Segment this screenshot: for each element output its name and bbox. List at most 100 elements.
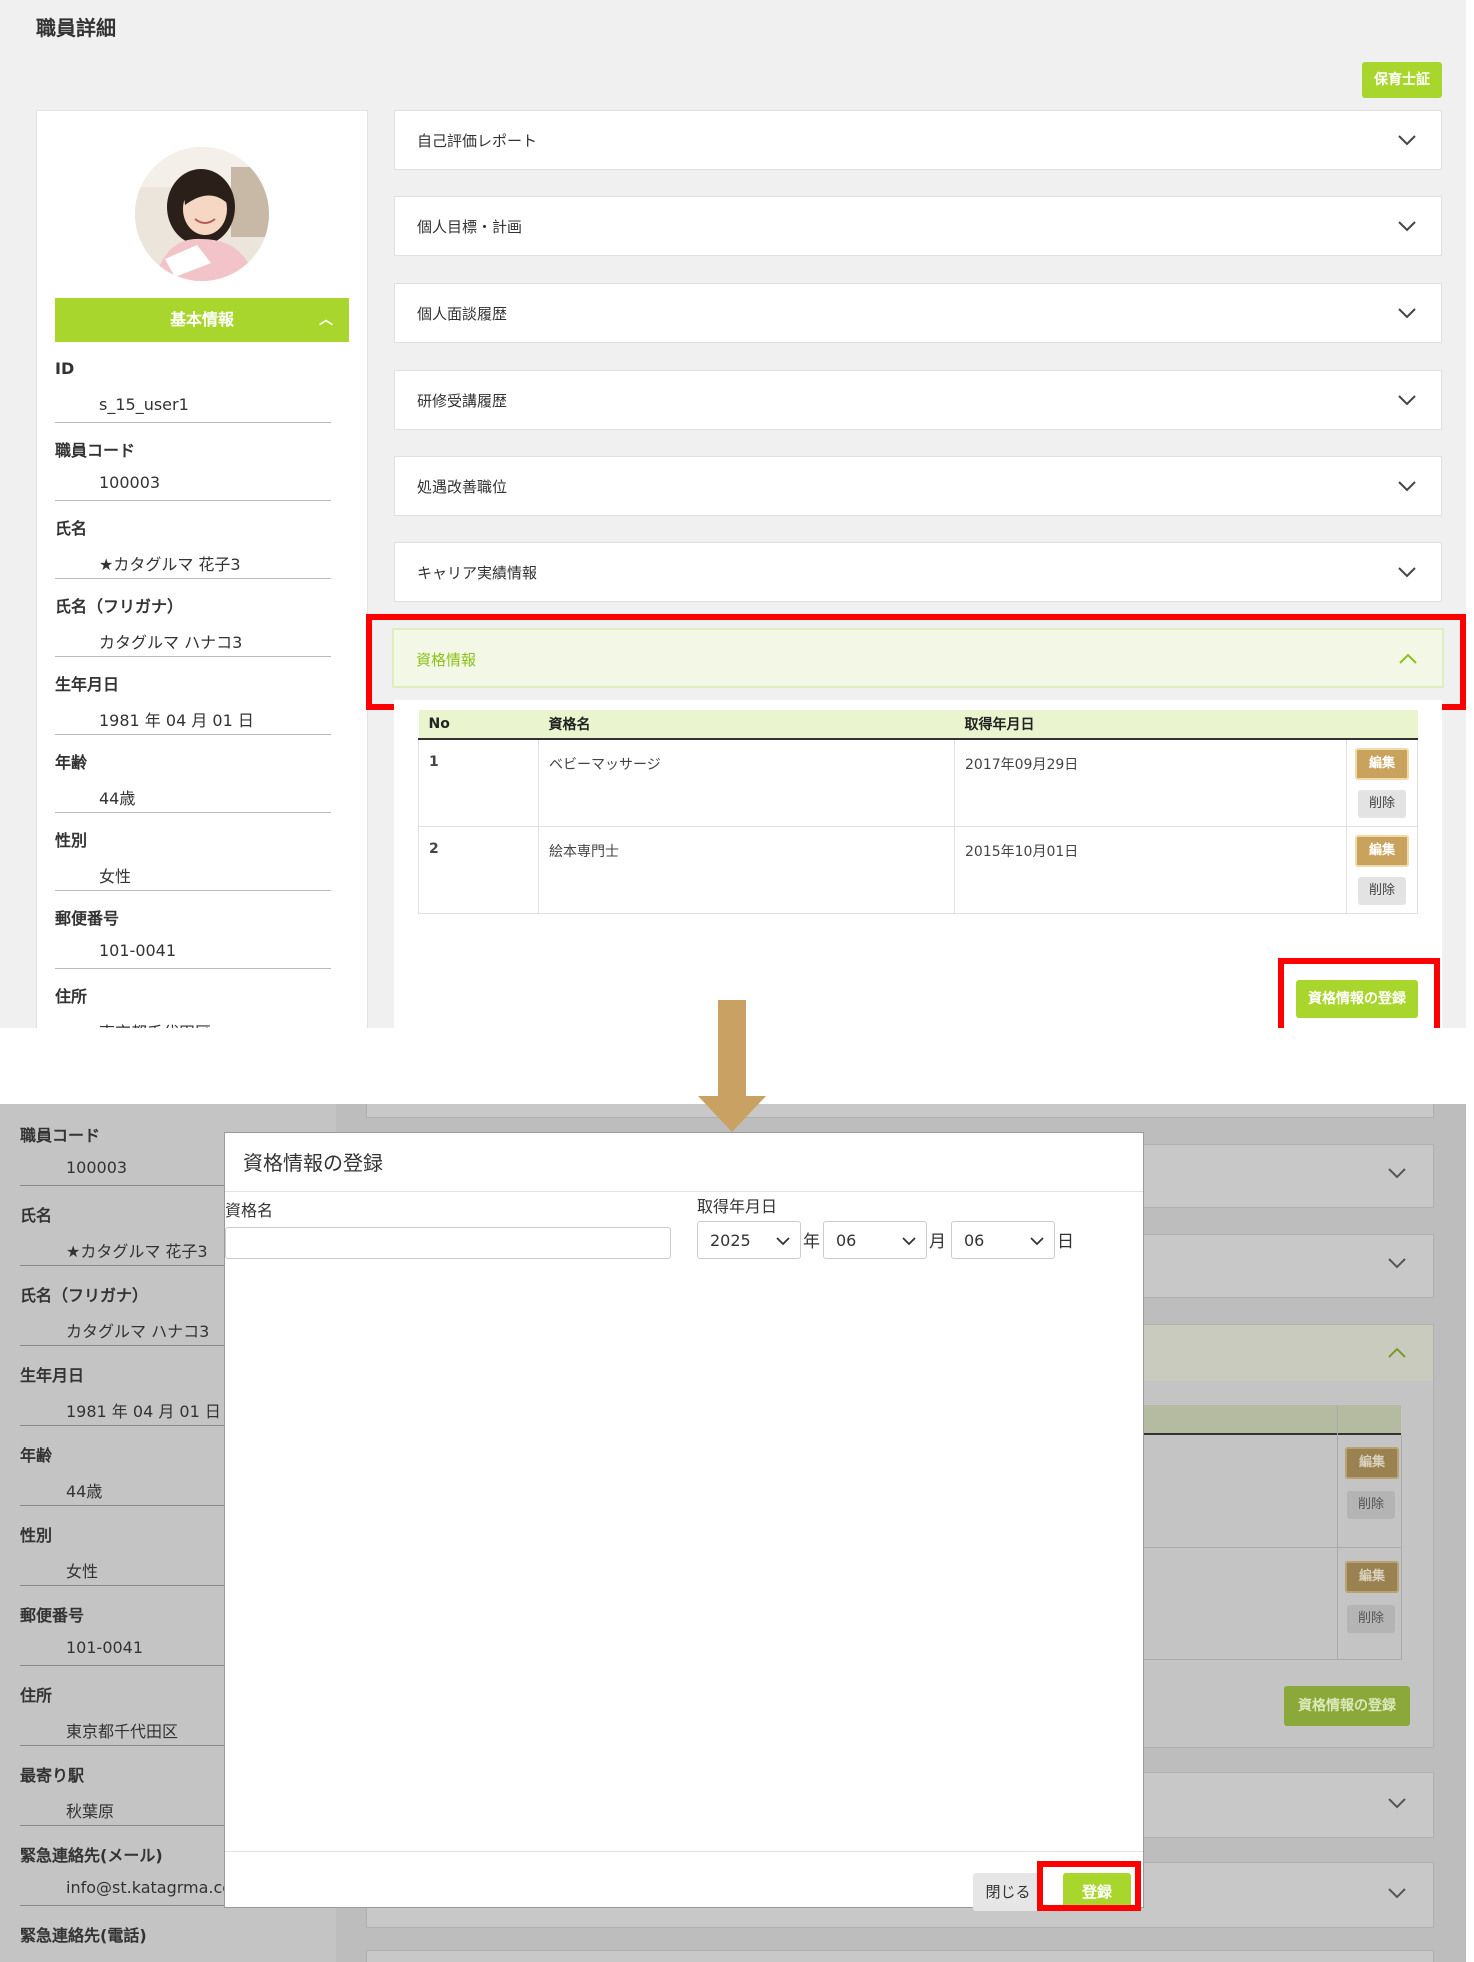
accordion-title: キャリア実績情報 [417, 564, 538, 582]
childcare-certificate-button[interactable]: 保育士証 [1362, 62, 1442, 98]
accordion-title: 個人目標・計画 [417, 218, 523, 236]
field-value-age: 44歳 [55, 785, 331, 813]
field-label-staff-code: 職員コード [20, 1126, 101, 1145]
accordion-dimmed [366, 1104, 1434, 1118]
field-label-furigana: 氏名（フリガナ） [20, 1286, 149, 1305]
cell-name: 絵本専門士 [538, 826, 955, 914]
divider [225, 1851, 1143, 1852]
avatar-photo-icon [135, 147, 269, 281]
year-value: 2025 [710, 1231, 751, 1250]
cell-date: 2015年10月01日 [954, 826, 1347, 914]
accordion-dimmed [366, 1950, 1434, 1962]
divider [225, 1191, 1143, 1192]
field-label-address: 住所 [20, 1686, 53, 1705]
register-modal-screen: 職員コード 100003 氏名 ★カタグルマ 花子3 氏名（フリガナ） カタグル… [0, 1104, 1466, 1962]
field-label-address: 住所 [55, 987, 88, 1006]
cell-name: ベビーマッサージ [538, 738, 955, 827]
accordion-title: 研修受講履歴 [417, 392, 508, 410]
field-value-name: ★カタグルマ 花子3 [55, 551, 331, 579]
chevron-down-icon [1397, 197, 1417, 257]
accordion-title: 処遇改善職位 [417, 478, 508, 496]
chevron-down-icon [1397, 543, 1417, 603]
chevron-down-icon [1397, 111, 1417, 171]
month-select[interactable]: 06 [823, 1221, 927, 1259]
field-value-furigana: カタグルマ ハナコ3 [55, 629, 331, 657]
field-value-gender: 女性 [55, 863, 331, 891]
accordion-treatment-position[interactable]: 処遇改善職位 [394, 456, 1442, 516]
field-label-gender: 性別 [55, 831, 88, 850]
chevron-down-icon [1397, 457, 1417, 517]
acquired-date-label: 取得年月日 [697, 1197, 778, 1216]
field-value-postal: 101-0041 [55, 941, 331, 969]
field-label-emergency-phone: 緊急連絡先(電話) [20, 1926, 147, 1945]
field-value-staff-code: 100003 [55, 473, 331, 501]
day-select[interactable]: 06 [951, 1221, 1055, 1259]
field-label-birthdate: 生年月日 [20, 1366, 85, 1385]
field-label-id: ID [55, 359, 75, 378]
chevron-down-icon [1397, 284, 1417, 344]
field-label-gender: 性別 [20, 1526, 53, 1545]
edit-button[interactable]: 編集 [1355, 835, 1409, 867]
close-button[interactable]: 閉じる [973, 1873, 1043, 1911]
cell-date: 2017年09月29日 [954, 738, 1347, 827]
day-value: 06 [964, 1231, 985, 1250]
field-label-name: 氏名 [55, 519, 88, 538]
field-label-age: 年齢 [20, 1446, 53, 1465]
month-value: 06 [836, 1231, 857, 1250]
edit-button: 編集 [1345, 1561, 1399, 1593]
field-value-birthdate: 1981 年 04 月 01 日 [55, 707, 331, 735]
accordion-interview-history[interactable]: 個人面談履歴 [394, 283, 1442, 343]
chevron-up-icon [1387, 1347, 1407, 1363]
accordion-title: 個人面談履歴 [417, 305, 508, 323]
field-label-age: 年齢 [55, 753, 88, 772]
accordion-title: 自己評価レポート [417, 132, 538, 150]
register-qualification-modal: 資格情報の登録 資格名 取得年月日 2025 年 06 月 06 日 閉じる 登… [224, 1132, 1144, 1911]
delete-button[interactable]: 削除 [1358, 877, 1406, 905]
month-unit: 月 [929, 1232, 946, 1252]
field-label-postal: 郵便番号 [20, 1606, 85, 1625]
day-unit: 日 [1057, 1232, 1074, 1252]
accordion-self-evaluation[interactable]: 自己評価レポート [394, 110, 1442, 170]
field-value-id: s_15_user1 [55, 395, 331, 423]
chevron-down-icon [1030, 1222, 1044, 1260]
year-select[interactable]: 2025 [697, 1221, 801, 1259]
highlight-box-submit-button [1037, 1861, 1141, 1911]
field-label-postal: 郵便番号 [55, 909, 120, 928]
column-header-no: No [418, 710, 539, 740]
accordion-training-history[interactable]: 研修受講履歴 [394, 370, 1442, 430]
field-label-birthdate: 生年月日 [55, 675, 120, 694]
cell-actions: 編集 削除 [1346, 826, 1418, 914]
delete-button: 削除 [1347, 1605, 1395, 1633]
highlight-box-register-button [1278, 958, 1440, 1028]
chevron-down-icon [1387, 1797, 1407, 1813]
cell-no: 2 [418, 826, 539, 914]
accordion-career-record[interactable]: キャリア実績情報 [394, 542, 1442, 602]
staff-detail-screen: 職員詳細 保育士証 基本情報 ︿ ID s_15_user1 職員コード 100… [0, 0, 1466, 1028]
table-row: 1 ベビーマッサージ 2017年09月29日 編集 削除 [418, 738, 1418, 827]
delete-button[interactable]: 削除 [1358, 790, 1406, 818]
chevron-down-icon [1387, 1887, 1407, 1903]
field-value-address: 東京都千代田区 [55, 1019, 331, 1028]
qualification-table: No 資格名 取得年月日 1 ベビーマッサージ 2017年09月29日 編集 削… [418, 710, 1418, 914]
chevron-down-icon [776, 1222, 790, 1260]
chevron-down-icon [1397, 371, 1417, 431]
edit-button: 編集 [1345, 1447, 1399, 1479]
column-header-actions [1346, 710, 1418, 740]
chevron-down-icon [1387, 1257, 1407, 1273]
avatar [135, 147, 269, 281]
cell-no: 1 [418, 738, 539, 827]
arrow-down-icon [698, 1000, 766, 1132]
basic-info-header[interactable]: 基本情報 ︿ [55, 298, 349, 342]
edit-button[interactable]: 編集 [1355, 748, 1409, 780]
profile-card: 基本情報 ︿ ID s_15_user1 職員コード 100003 氏名 ★カタ… [36, 110, 368, 1028]
column-header-name: 資格名 [538, 710, 955, 740]
chevron-up-icon: ︿ [319, 312, 333, 328]
accordion-personal-goals[interactable]: 個人目標・計画 [394, 196, 1442, 256]
chevron-down-icon [902, 1222, 916, 1260]
field-label-nearest-station: 最寄り駅 [20, 1766, 85, 1785]
field-label-staff-code: 職員コード [55, 441, 136, 460]
year-unit: 年 [803, 1232, 820, 1252]
qualification-name-input[interactable] [225, 1227, 671, 1259]
table-header-row: No 資格名 取得年月日 [418, 710, 1418, 740]
field-label-emergency-email: 緊急連絡先(メール) [20, 1846, 163, 1865]
